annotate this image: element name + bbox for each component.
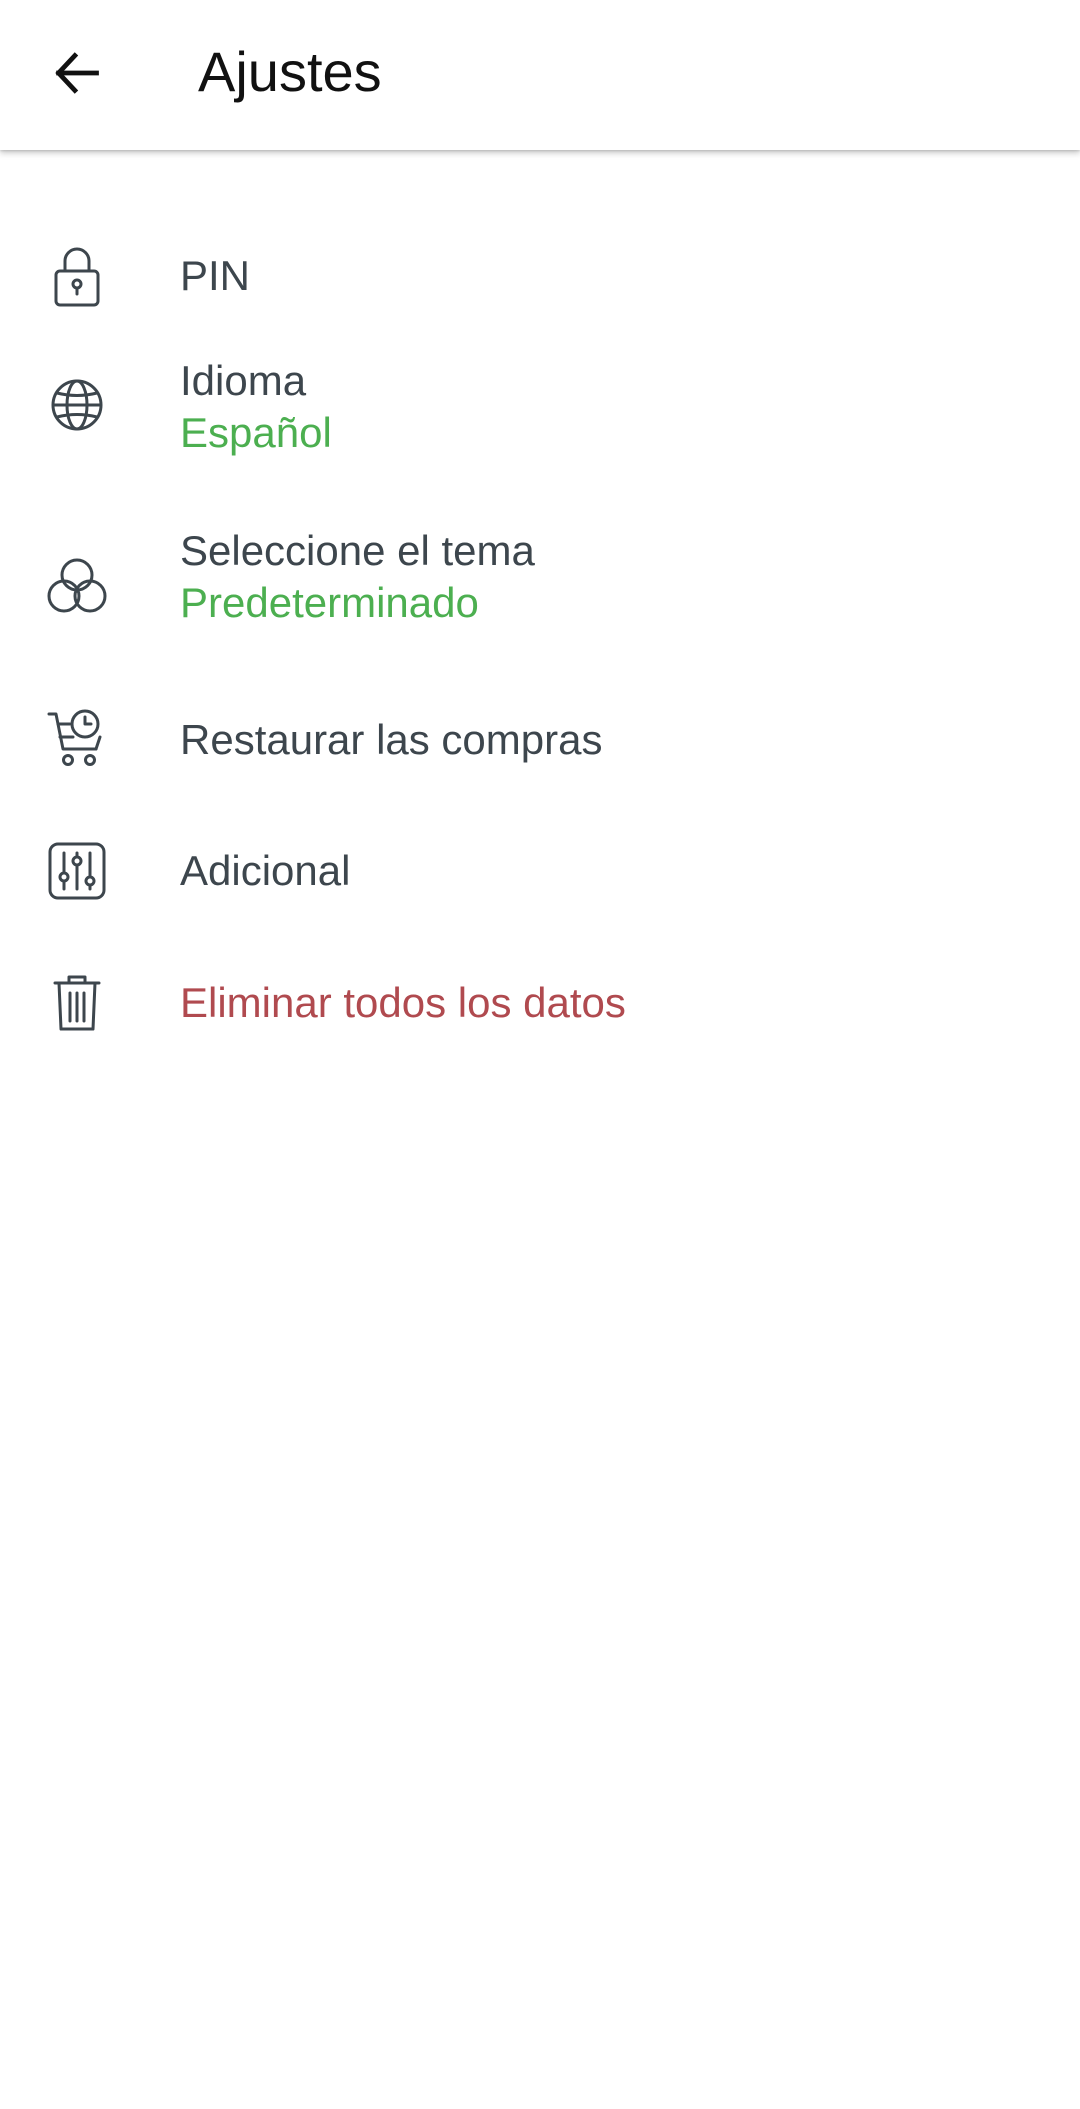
settings-item-delete-all-data[interactable]: Eliminar todos los datos	[0, 937, 1080, 1069]
lock-icon	[38, 237, 116, 315]
sliders-icon	[38, 832, 116, 910]
settings-item-label: Seleccione el tema	[180, 527, 535, 574]
settings-item-label: Restaurar las compras	[180, 716, 603, 763]
settings-item-restore-purchases[interactable]: Restaurar las compras	[0, 675, 1080, 805]
globe-icon	[38, 366, 116, 444]
settings-item-language[interactable]: Idioma Español	[0, 335, 1080, 505]
settings-item-text: Eliminar todos los datos	[180, 977, 1040, 1029]
settings-item-additional[interactable]: Adicional	[0, 805, 1080, 937]
settings-item-pin[interactable]: PIN	[0, 220, 1080, 335]
settings-item-label: PIN	[180, 252, 251, 299]
back-button[interactable]	[40, 30, 114, 116]
page-title: Ajustes	[198, 40, 382, 103]
cart-clock-icon	[38, 699, 116, 777]
settings-item-text: Seleccione el tema Predeterminado	[180, 525, 1040, 629]
settings-item-label: Eliminar todos los datos	[180, 979, 626, 1026]
settings-item-value: Español	[180, 409, 332, 456]
settings-item-text: Restaurar las compras	[180, 714, 1040, 766]
settings-item-label: Adicional	[180, 847, 351, 894]
settings-item-text: Adicional	[180, 845, 1040, 897]
arrow-left-icon	[51, 47, 103, 99]
settings-item-value: Predeterminado	[180, 579, 479, 626]
settings-item-text: Idioma Español	[180, 355, 1040, 459]
theme-circles-icon	[38, 547, 116, 625]
settings-item-label: Idioma	[180, 357, 307, 404]
settings-item-text: PIN	[180, 250, 1040, 302]
trash-icon	[38, 964, 116, 1042]
settings-item-theme[interactable]: Seleccione el tema Predeterminado	[0, 505, 1080, 675]
app-bar: Ajustes	[0, 0, 1080, 150]
